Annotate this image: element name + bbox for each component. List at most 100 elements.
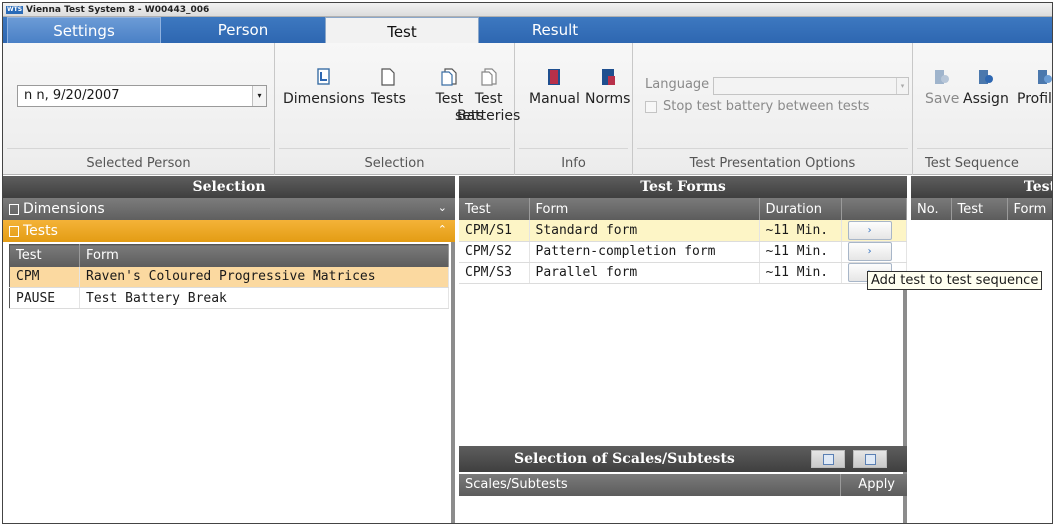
save-button[interactable]: Save	[925, 67, 959, 108]
group-divider	[637, 148, 908, 149]
select-all-scales-button[interactable]	[811, 450, 845, 468]
cell-form: Test Battery Break	[79, 287, 449, 309]
scales-header: Selection of Scales/Subtests	[459, 446, 907, 472]
ribbon-group-presentation-options: Language ▾ Stop test battery between tes…	[633, 43, 913, 175]
group-label-sequence: Test Sequence	[925, 156, 1019, 171]
column-header-test[interactable]: Test	[9, 244, 80, 267]
stop-battery-label: Stop test battery between tests	[663, 99, 870, 114]
scales-table-header: Scales/Subtests Apply	[459, 474, 907, 496]
dropdown-arrow-icon[interactable]: ▾	[252, 86, 266, 106]
cell-duration: ~11 Min.	[759, 241, 842, 263]
assign-button[interactable]: Assign	[963, 67, 1009, 108]
cell-test: CPM/S2	[459, 241, 530, 263]
cell-action: ›	[841, 220, 907, 242]
tests-accordion-label: Tests	[23, 223, 58, 239]
app-window: WTS Vienna Test System 8 - W00443_006 Se…	[2, 2, 1053, 524]
norms-icon	[601, 69, 615, 85]
column-header-form[interactable]: Form	[1007, 198, 1052, 220]
ribbon-group-test-sequence: Save Assign Profiling Test Sequence	[913, 43, 1052, 175]
add-to-sequence-button[interactable]: ›	[847, 242, 892, 261]
cell-form: Raven's Coloured Progressive Matrices	[79, 266, 449, 288]
norms-label: Norms	[585, 91, 631, 107]
cell-duration: ~11 Min.	[759, 262, 842, 284]
scales-header-title: Selection of Scales/Subtests	[514, 451, 735, 467]
column-header-no[interactable]: No.	[911, 198, 952, 220]
test-forms-table: Test Form Duration CPM/S1 Standard form …	[459, 198, 907, 284]
arrow-right-icon: ›	[866, 246, 873, 257]
tab-result[interactable]: Result	[479, 17, 631, 43]
test-forms-panel: Test Forms Test Form Duration CPM/S1 Sta…	[459, 176, 907, 523]
profiling-button[interactable]: Profiling	[1017, 67, 1052, 108]
profiling-icon	[1038, 70, 1052, 84]
tab-bar: Settings Person Test Result	[3, 17, 1052, 45]
chevron-up-icon[interactable]: ⌃	[438, 223, 447, 236]
manual-button[interactable]: Manual	[529, 67, 580, 108]
table-row[interactable]: CPM Raven's Coloured Progressive Matrice…	[9, 266, 449, 288]
test-forms-header: Test Forms	[459, 176, 907, 198]
column-header-form[interactable]: Form	[79, 244, 449, 267]
cell-action: ›	[841, 241, 907, 263]
test-batteries-label-line1: Test	[474, 91, 503, 107]
column-header-form[interactable]: Form	[529, 198, 760, 220]
ribbon: n n, 9/20/2007 ▾ Selected Person Dimensi…	[3, 43, 1052, 175]
table-row[interactable]: CPM/S1 Standard form ~11 Min. ›	[459, 220, 907, 242]
ribbon-group-info: Manual Norms Info	[515, 43, 633, 175]
tab-person[interactable]: Person	[163, 17, 323, 43]
tests-small-icon	[9, 225, 19, 237]
cell-form: Parallel form	[529, 262, 760, 284]
tests-icon	[381, 68, 396, 86]
manual-label: Manual	[529, 91, 580, 107]
chevron-down-icon[interactable]: ⌄	[438, 201, 447, 214]
person-select-value: n n, 9/20/2007	[24, 88, 120, 103]
ribbon-group-selected-person: n n, 9/20/2007 ▾ Selected Person	[3, 43, 275, 175]
selection-panel-header: Selection	[3, 176, 455, 198]
dimensions-accordion[interactable]: Dimensions ⌄	[3, 198, 455, 220]
forms-table-header: Test Form Duration	[459, 198, 907, 220]
table-row[interactable]: CPM/S3 Parallel form ~11 Min. ›	[459, 262, 907, 284]
check-all-icon	[822, 453, 834, 465]
save-icon	[935, 70, 950, 84]
title-bar: WTS Vienna Test System 8 - W00443_006	[3, 3, 1052, 17]
column-header-duration[interactable]: Duration	[759, 198, 842, 220]
profiling-label: Profiling	[1017, 91, 1052, 107]
checkbox-icon	[645, 100, 657, 113]
add-to-sequence-button[interactable]: ›	[847, 220, 892, 240]
test-sequence-header: Test	[911, 176, 1053, 198]
ribbon-group-selection: Dimensions Tests Test sets Test Batterie…	[275, 43, 520, 175]
save-label: Save	[925, 91, 960, 107]
test-sets-icon	[441, 68, 457, 86]
dimensions-button[interactable]: Dimensions	[283, 67, 365, 108]
selection-panel: Selection Dimensions ⌄ Tests ⌃ Test Form…	[3, 176, 455, 523]
group-label-selected-person: Selected Person	[86, 156, 191, 171]
deselect-all-scales-button[interactable]	[853, 450, 887, 468]
manual-icon	[548, 69, 561, 85]
column-header-scales[interactable]: Scales/Subtests	[465, 477, 568, 492]
group-divider	[7, 148, 270, 149]
test-sequence-table: No. Test Form	[911, 198, 1052, 220]
dropdown-arrow-icon[interactable]: ▾	[896, 78, 908, 94]
group-label-info: Info	[561, 156, 586, 171]
column-header-apply[interactable]: Apply	[858, 477, 895, 492]
table-row[interactable]: PAUSE Test Battery Break	[9, 287, 449, 309]
dimensions-small-icon	[9, 203, 19, 215]
test-sequence-header-title: Test	[1023, 179, 1053, 195]
tab-settings[interactable]: Settings	[7, 17, 161, 43]
group-divider	[279, 148, 510, 149]
column-header-test[interactable]: Test	[951, 198, 1008, 220]
person-select[interactable]: n n, 9/20/2007 ▾	[17, 85, 267, 107]
app-logo: WTS	[6, 5, 24, 14]
language-select[interactable]: ▾	[713, 77, 909, 95]
tab-test[interactable]: Test	[325, 17, 479, 45]
stop-battery-checkbox[interactable]: Stop test battery between tests	[645, 99, 869, 114]
cell-test: CPM/S1	[459, 220, 530, 242]
column-header-test[interactable]: Test	[459, 198, 530, 220]
table-row[interactable]: CPM/S2 Pattern-completion form ~11 Min. …	[459, 241, 907, 263]
column-divider	[840, 474, 841, 496]
norms-button[interactable]: Norms	[585, 67, 630, 108]
arrow-right-icon: ›	[866, 224, 873, 236]
test-batteries-label-line2: Batteries	[457, 108, 521, 124]
dimensions-label: Dimensions	[283, 91, 365, 107]
tests-button[interactable]: Tests	[371, 67, 406, 108]
test-batteries-button[interactable]: Test Batteries	[457, 67, 520, 125]
tests-accordion[interactable]: Tests ⌃	[3, 220, 455, 242]
